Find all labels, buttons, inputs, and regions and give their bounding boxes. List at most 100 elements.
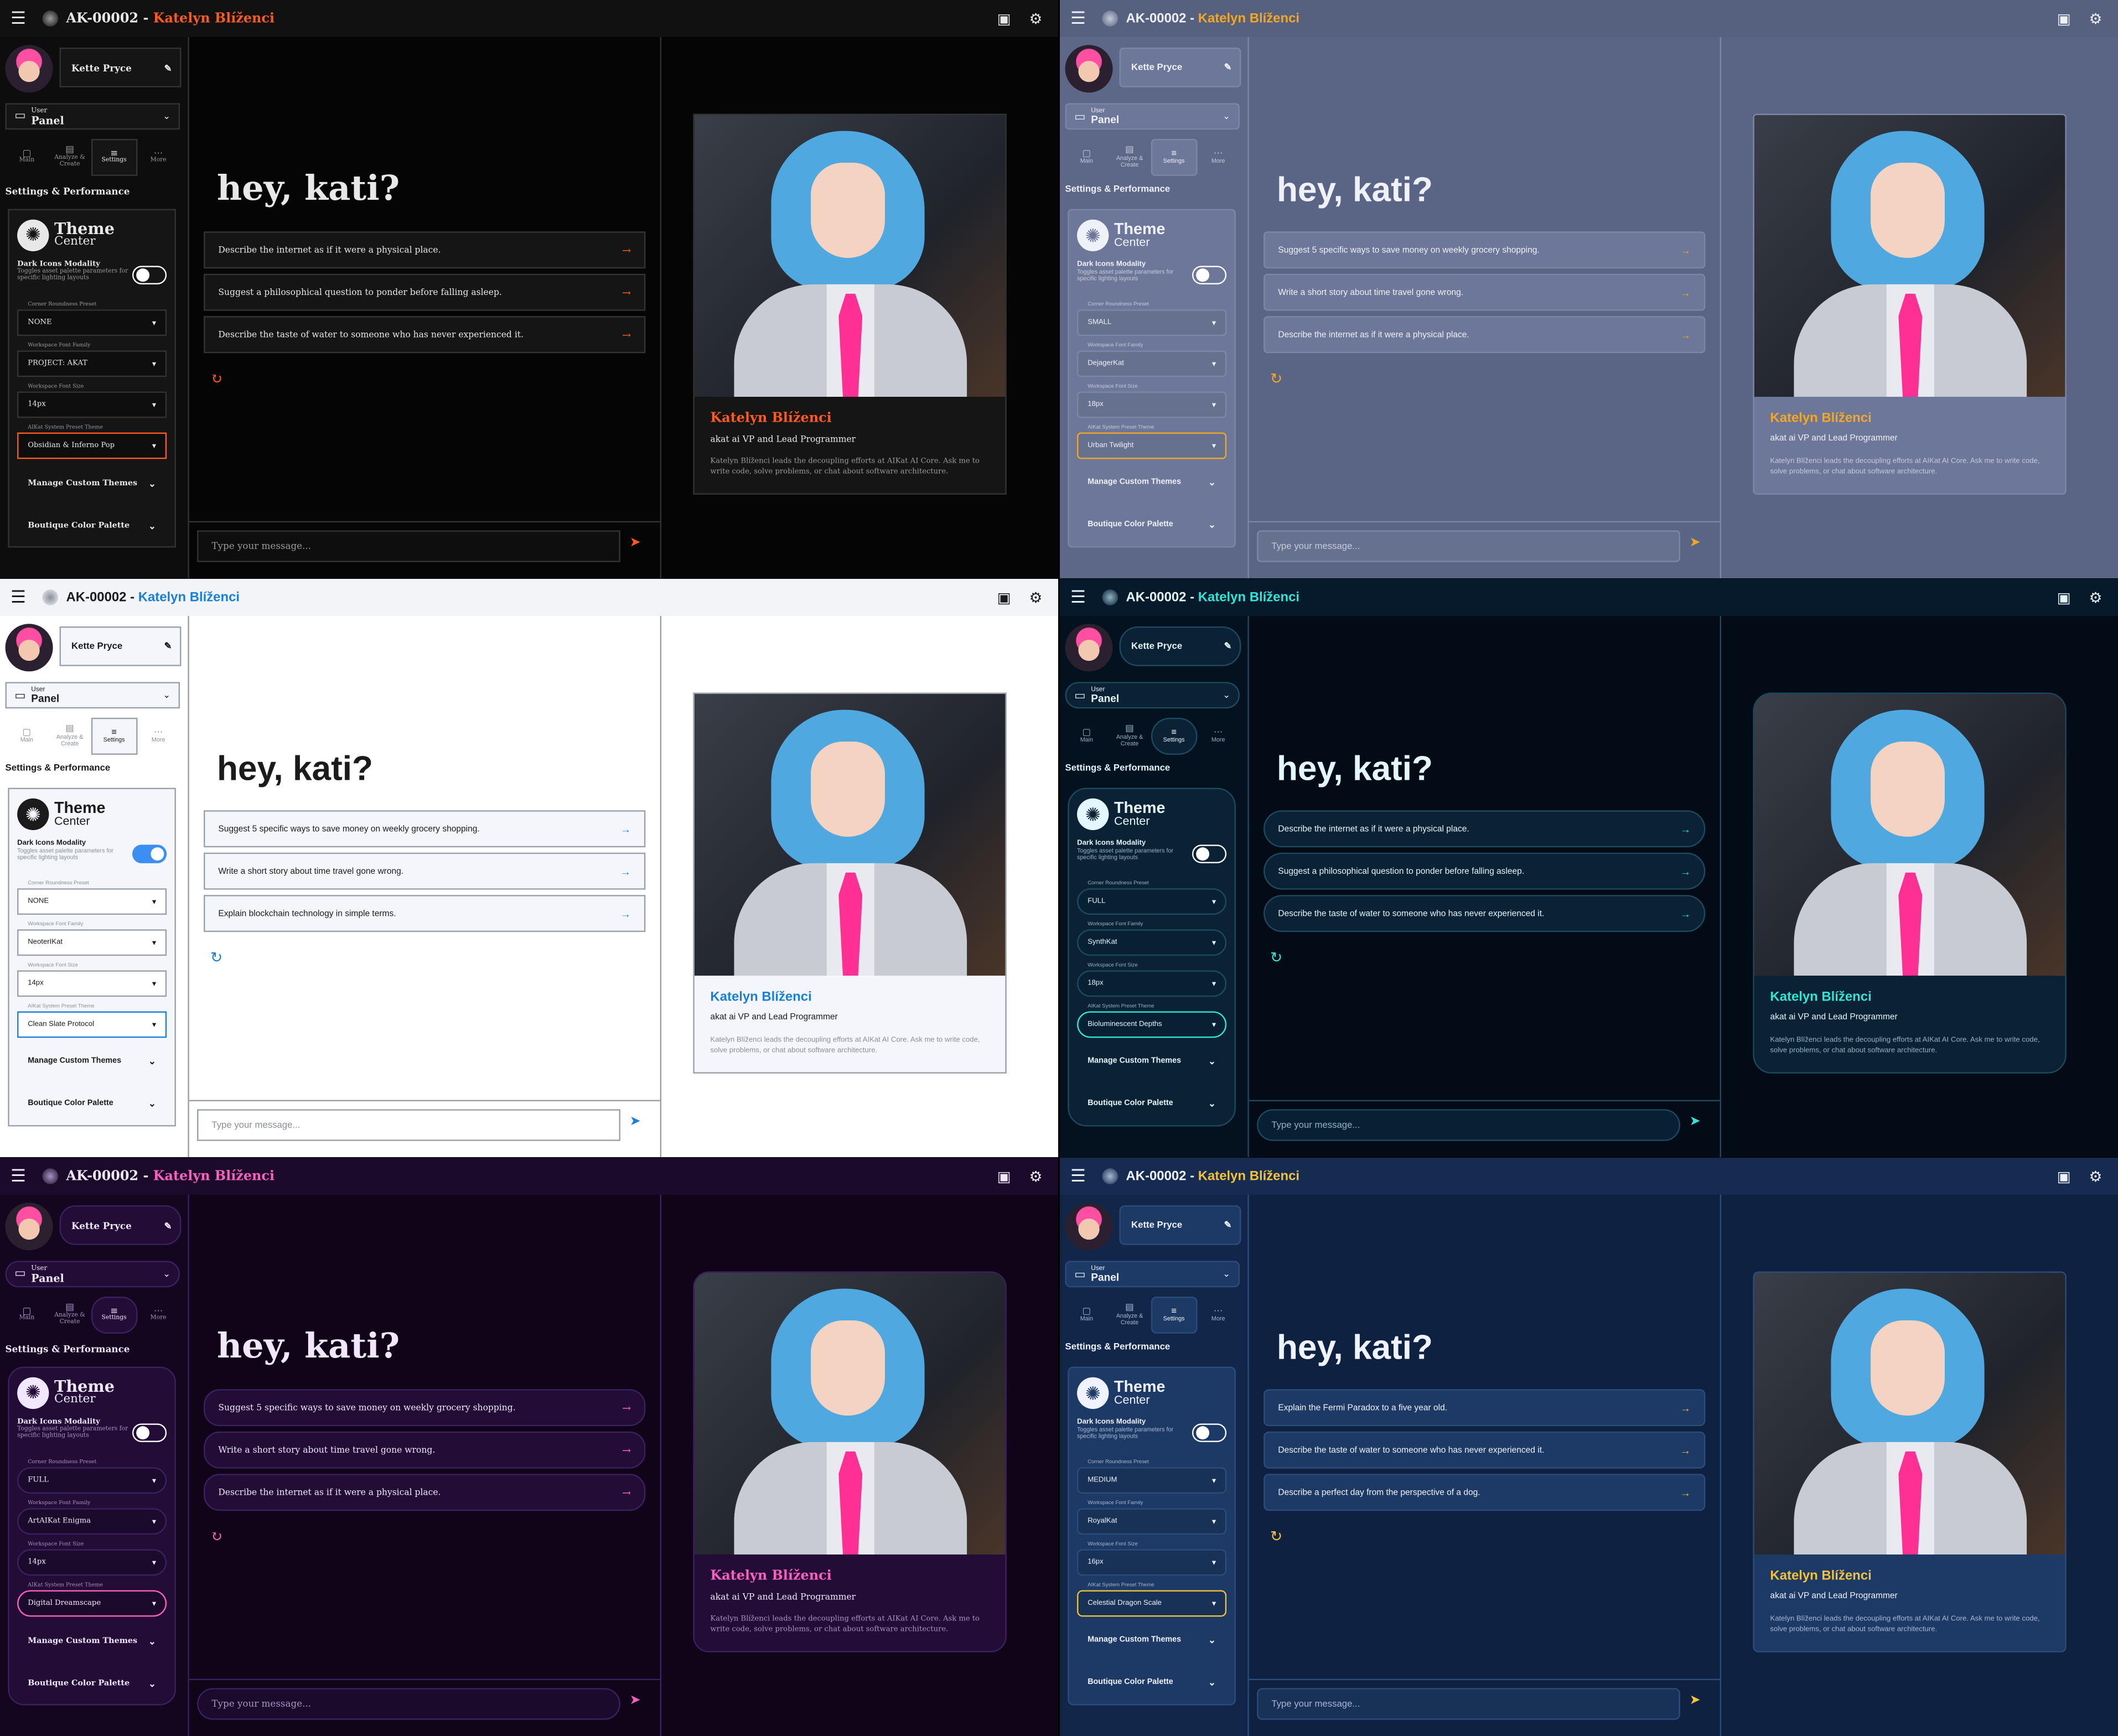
font-size-select[interactable]: 14px ▾: [17, 391, 167, 418]
suggestion-1[interactable]: Suggest 5 specific ways to save money on…: [204, 810, 646, 848]
image-icon[interactable]: ▣: [2052, 1168, 2076, 1185]
tab-analyze-create[interactable]: ▤ Analyze & Create: [1108, 139, 1151, 176]
boutique-color-palette[interactable]: Boutique Color Palette ⌄: [1077, 504, 1226, 546]
gear-icon[interactable]: ⚙: [1024, 589, 1048, 606]
tab-main[interactable]: ▢ Main: [6, 139, 49, 176]
tab-analyze-create[interactable]: ▤ Analyze & Create: [48, 139, 91, 176]
font-family-select[interactable]: NeoterIKat ▾: [17, 929, 167, 956]
preset-theme-select[interactable]: Digital Dreamscape ▾: [17, 1590, 167, 1617]
message-input[interactable]: Type your message...: [1257, 1109, 1680, 1141]
user-name-box[interactable]: Kette Pryce ✎: [1119, 48, 1241, 87]
suggestion-1[interactable]: Describe the internet as if it were a ph…: [204, 231, 646, 269]
image-icon[interactable]: ▣: [2052, 589, 2076, 606]
suggestion-2[interactable]: Write a short story about time travel go…: [204, 852, 646, 890]
boutique-color-palette[interactable]: Boutique Color Palette ⌄: [1077, 1083, 1226, 1125]
dark-icons-toggle[interactable]: [132, 266, 167, 284]
suggestion-3[interactable]: Describe the taste of water to someone w…: [204, 316, 646, 354]
font-family-select[interactable]: SynthKat ▾: [1077, 929, 1227, 956]
dark-icons-toggle[interactable]: [1192, 266, 1227, 284]
gear-icon[interactable]: ⚙: [2084, 589, 2107, 606]
font-family-select[interactable]: ArtAIKat Enigma ▾: [17, 1508, 167, 1535]
font-size-select[interactable]: 18px ▾: [1077, 970, 1227, 997]
corner-roundness-select[interactable]: FULL ▾: [17, 1467, 167, 1494]
user-panel-select[interactable]: ▭ User Panel ⌄: [1065, 103, 1240, 130]
menu-collapse-icon[interactable]: ☰: [11, 9, 34, 29]
refresh-icon[interactable]: ↻: [210, 370, 222, 387]
message-input[interactable]: Type your message...: [197, 530, 620, 562]
image-icon[interactable]: ▣: [992, 589, 1016, 606]
suggestion-3[interactable]: Describe the internet as if it were a ph…: [204, 1474, 646, 1511]
tab-settings[interactable]: ≡ Settings: [91, 1296, 137, 1334]
corner-roundness-select[interactable]: SMALL ▾: [1077, 309, 1227, 336]
avatar[interactable]: [1065, 1203, 1113, 1251]
image-icon[interactable]: ▣: [992, 1168, 1016, 1185]
manage-custom-themes[interactable]: Manage Custom Themes ⌄: [1077, 462, 1226, 504]
suggestion-3[interactable]: Describe the taste of water to someone w…: [1263, 895, 1706, 932]
font-family-select[interactable]: RoyalKat ▾: [1077, 1508, 1227, 1535]
pencil-icon[interactable]: ✎: [1224, 641, 1232, 652]
suggestion-2[interactable]: Write a short story about time travel go…: [204, 1431, 646, 1469]
dark-icons-toggle[interactable]: [132, 844, 167, 863]
font-size-select[interactable]: 16px ▾: [1077, 1549, 1227, 1576]
preset-theme-select[interactable]: Bioluminescent Depths ▾: [1077, 1011, 1227, 1038]
corner-roundness-select[interactable]: NONE ▾: [17, 888, 167, 915]
tab-main[interactable]: ▢ Main: [6, 1297, 49, 1334]
avatar[interactable]: [1065, 624, 1113, 672]
pencil-icon[interactable]: ✎: [1224, 62, 1232, 73]
image-icon[interactable]: ▣: [2052, 10, 2076, 27]
manage-custom-themes[interactable]: Manage Custom Themes ⌄: [1077, 1040, 1226, 1082]
dark-icons-toggle[interactable]: [1192, 844, 1227, 863]
tab-analyze-create[interactable]: ▤ Analyze & Create: [48, 1297, 91, 1334]
tab-settings[interactable]: ≡ Settings: [1151, 1296, 1197, 1334]
tab-settings[interactable]: ≡ Settings: [1151, 138, 1197, 176]
user-name-box[interactable]: Kette Pryce ✎: [1119, 626, 1241, 666]
menu-collapse-icon[interactable]: ☰: [1070, 8, 1094, 29]
avatar[interactable]: [5, 624, 53, 672]
preset-theme-select[interactable]: Celestial Dragon Scale ▾: [1077, 1590, 1227, 1617]
tab-more[interactable]: ⋯ More: [137, 139, 180, 176]
user-panel-select[interactable]: ▭ User Panel ⌄: [1065, 682, 1240, 709]
tab-main[interactable]: ▢ Main: [1065, 139, 1109, 176]
gear-icon[interactable]: ⚙: [2084, 1168, 2107, 1185]
manage-custom-themes[interactable]: Manage Custom Themes ⌄: [17, 462, 167, 504]
menu-collapse-icon[interactable]: ☰: [1070, 1165, 1094, 1186]
refresh-icon[interactable]: ↻: [1270, 1528, 1282, 1546]
user-panel-select[interactable]: ▭ User Panel ⌄: [1065, 1261, 1240, 1288]
gear-icon[interactable]: ⚙: [2084, 10, 2107, 27]
corner-roundness-select[interactable]: FULL ▾: [1077, 888, 1227, 915]
message-input[interactable]: Type your message...: [197, 1688, 620, 1720]
tab-more[interactable]: ⋯ More: [137, 1297, 180, 1334]
pencil-icon[interactable]: ✎: [164, 62, 172, 74]
preset-theme-select[interactable]: Obsidian & Inferno Pop ▾: [17, 432, 167, 459]
tab-more[interactable]: ⋯ More: [137, 718, 180, 755]
boutique-color-palette[interactable]: Boutique Color Palette ⌄: [17, 1083, 167, 1125]
corner-roundness-select[interactable]: MEDIUM ▾: [1077, 1467, 1227, 1494]
font-size-select[interactable]: 14px ▾: [17, 1549, 167, 1576]
user-name-box[interactable]: Kette Pryce ✎: [59, 1205, 182, 1245]
send-icon[interactable]: ➤: [1690, 536, 1701, 550]
user-name-box[interactable]: Kette Pryce ✎: [59, 48, 182, 87]
user-panel-select[interactable]: ▭ User Panel ⌄: [5, 682, 180, 709]
tab-settings[interactable]: ≡ Settings: [1151, 717, 1197, 755]
tab-main[interactable]: ▢ Main: [6, 718, 49, 755]
tab-more[interactable]: ⋯ More: [1197, 1297, 1240, 1334]
suggestion-3[interactable]: Describe a perfect day from the perspect…: [1263, 1474, 1706, 1511]
boutique-color-palette[interactable]: Boutique Color Palette ⌄: [1077, 1662, 1226, 1704]
tab-settings[interactable]: ≡ Settings: [91, 138, 137, 176]
manage-custom-themes[interactable]: Manage Custom Themes ⌄: [17, 1040, 167, 1082]
suggestion-1[interactable]: Describe the internet as if it were a ph…: [1263, 810, 1706, 848]
user-name-box[interactable]: Kette Pryce ✎: [1119, 1205, 1241, 1245]
image-icon[interactable]: ▣: [992, 10, 1016, 27]
suggestion-1[interactable]: Explain the Fermi Paradox to a five year…: [1263, 1389, 1706, 1427]
send-icon[interactable]: ➤: [1690, 1693, 1701, 1708]
pencil-icon[interactable]: ✎: [1224, 1220, 1232, 1231]
tab-main[interactable]: ▢ Main: [1065, 1297, 1109, 1334]
message-input[interactable]: Type your message...: [1257, 1688, 1680, 1720]
suggestion-2[interactable]: Describe the taste of water to someone w…: [1263, 1431, 1706, 1469]
refresh-icon[interactable]: ↻: [210, 1528, 222, 1545]
user-name-box[interactable]: Kette Pryce ✎: [59, 626, 182, 666]
manage-custom-themes[interactable]: Manage Custom Themes ⌄: [1077, 1619, 1226, 1661]
dark-icons-toggle[interactable]: [132, 1423, 167, 1442]
send-icon[interactable]: ➤: [630, 536, 641, 550]
manage-custom-themes[interactable]: Manage Custom Themes ⌄: [17, 1619, 167, 1661]
